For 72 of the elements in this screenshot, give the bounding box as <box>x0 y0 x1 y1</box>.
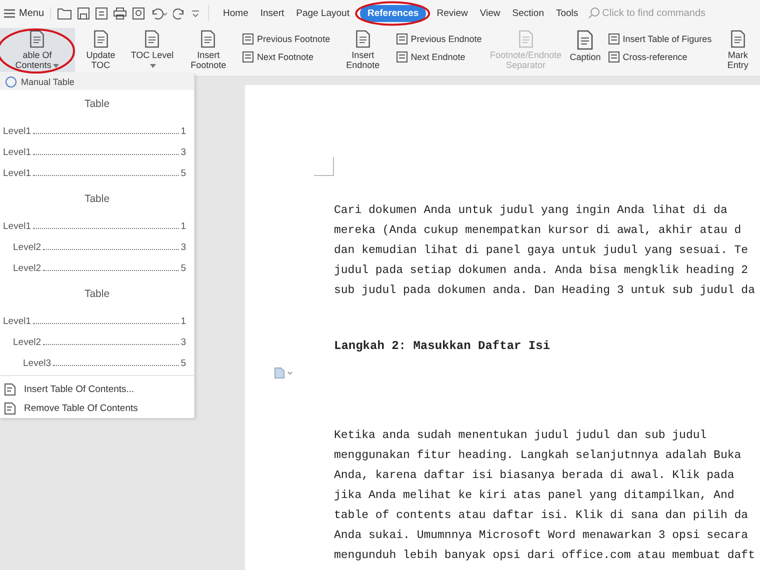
ribbon-button[interactable]: Next Endnote <box>394 50 484 64</box>
toc-preview-entry: Level1 5 <box>2 167 187 179</box>
document-paragraph: Ketika anda sudah menentukan judul judul dan sub judul menggunakan fitur heading. Langkah selanjutnnya adalah Buka Anda, karena daftar isi biasanya berada di awal. Klik pada jika Anda melihat ke kiri atas panel yang ditampilkan, And table of contents atau daftar isi. Klik di sana dan pilih da Anda sukai. Umumnnya Microsoft Word menawarkan 3 opsi secara mengunduh lebih banyak opsi dari office.com atau membuat daft <box>334 428 756 564</box>
small-document-icon <box>242 33 254 45</box>
toc-style-option[interactable]: Table Level1 1 Level2 3 Level3 5 <box>0 280 194 375</box>
ribbon-button[interactable]: Previous Endnote <box>394 32 484 46</box>
document-icon <box>576 30 594 50</box>
toc-style-option[interactable]: Table Level1 1 Level2 3 Level2 5 <box>0 185 194 280</box>
toc-style-option[interactable]: Table Level1 1 Level1 3 Level1 5 <box>0 90 194 185</box>
toc-preview-entry: Level1 3 <box>2 146 187 158</box>
document-icon <box>143 30 162 48</box>
document-icon <box>4 402 16 415</box>
small-document-icon <box>396 33 408 45</box>
ribbon-tab[interactable]: Tools <box>550 4 584 22</box>
undo-icon[interactable] <box>150 6 168 20</box>
ribbon-tab[interactable]: Section <box>506 4 550 22</box>
preview-icon[interactable] <box>132 6 146 20</box>
search-icon <box>588 7 600 19</box>
toc-preview-entry: Level1 1 <box>2 125 187 137</box>
document-icon <box>199 30 218 48</box>
small-document-icon <box>396 51 408 63</box>
ribbon-button[interactable]: Insert Endnote <box>334 28 392 72</box>
ribbon-button[interactable]: able Of Contents <box>0 28 75 72</box>
print-icon[interactable] <box>113 6 128 20</box>
ribbon-button[interactable]: Mark Entry <box>716 28 760 72</box>
ribbon-button[interactable]: TOC Level <box>126 28 178 72</box>
menu-item[interactable]: Remove Table Of Contents <box>0 399 142 418</box>
document-icon <box>28 30 46 48</box>
toc-preview-title: Table <box>83 97 111 112</box>
document-heading: Langkah 2: Masukkan Daftar Isi <box>334 338 552 355</box>
toc-preview-entry: Level1 1 <box>2 315 187 327</box>
document-icon <box>516 30 535 48</box>
ribbon-button[interactable]: Previous Footnote <box>240 32 332 46</box>
ribbon-button[interactable]: Cross-reference <box>606 50 714 64</box>
toc-style-icon <box>5 76 17 88</box>
ribbon-tab[interactable]: References <box>360 4 426 22</box>
redo-icon[interactable] <box>173 6 186 20</box>
ribbon-tab[interactable]: Page Layout <box>290 4 356 22</box>
toc-preview-entry: Level2 5 <box>12 262 187 274</box>
small-document-icon <box>242 51 254 63</box>
document-icon <box>354 30 372 48</box>
save-icon[interactable] <box>77 6 90 20</box>
toc-preview-title: Table <box>83 287 111 302</box>
toc-preview-title: Table <box>83 192 111 207</box>
ribbon-tab[interactable]: Review <box>430 4 474 22</box>
search-field[interactable]: Click to find commands <box>588 7 720 19</box>
toc-preview-entry: Level3 5 <box>22 357 187 369</box>
folder-icon[interactable] <box>57 6 72 20</box>
document-icon <box>728 30 747 48</box>
ribbon-tab[interactable]: Home <box>217 4 254 22</box>
more-icon[interactable] <box>191 8 200 18</box>
toc-preview-entry: Level1 1 <box>2 220 187 232</box>
ribbon-button[interactable]: Update TOC <box>76 28 126 72</box>
toc-preview-entry: Level2 3 <box>12 241 187 253</box>
toc-preview-entry: Level2 3 <box>12 336 187 348</box>
menu-item[interactable]: Insert Table Of Contents... <box>0 380 138 399</box>
ribbon-button[interactable]: Caption <box>566 28 604 72</box>
small-document-icon <box>608 51 620 63</box>
ribbon-tab[interactable]: View <box>474 4 506 22</box>
ribbon-button[interactable]: Insert Table of Figures <box>606 32 714 46</box>
small-document-icon <box>608 33 620 45</box>
menu-icon <box>4 8 15 18</box>
section-title: Manual Table <box>21 77 74 87</box>
margin-corner-mark <box>314 157 334 176</box>
menu-button[interactable]: Menu <box>0 8 50 18</box>
ribbon-button[interactable]: Insert Footnote <box>178 28 238 72</box>
ribbon-button[interactable]: Next Footnote <box>240 50 332 64</box>
export-icon[interactable] <box>95 6 108 20</box>
document-paragraph: Cari dokumen Anda untuk judul yang ingin Anda lihat di da mereka (Anda cukup menempatkan kursor di awal, akhir atau d dan kemudian lihat di panel gaya untuk judul yang sesuai. Te judul pada setiap dokumen anda. Anda bisa mengklik heading 2 sub judul pada dokumen anda. Dan Heading 3 untuk sub judul da <box>334 203 756 299</box>
document-icon <box>4 383 16 396</box>
ribbon-tab[interactable]: Insert <box>254 4 290 22</box>
document-icon <box>92 30 110 48</box>
